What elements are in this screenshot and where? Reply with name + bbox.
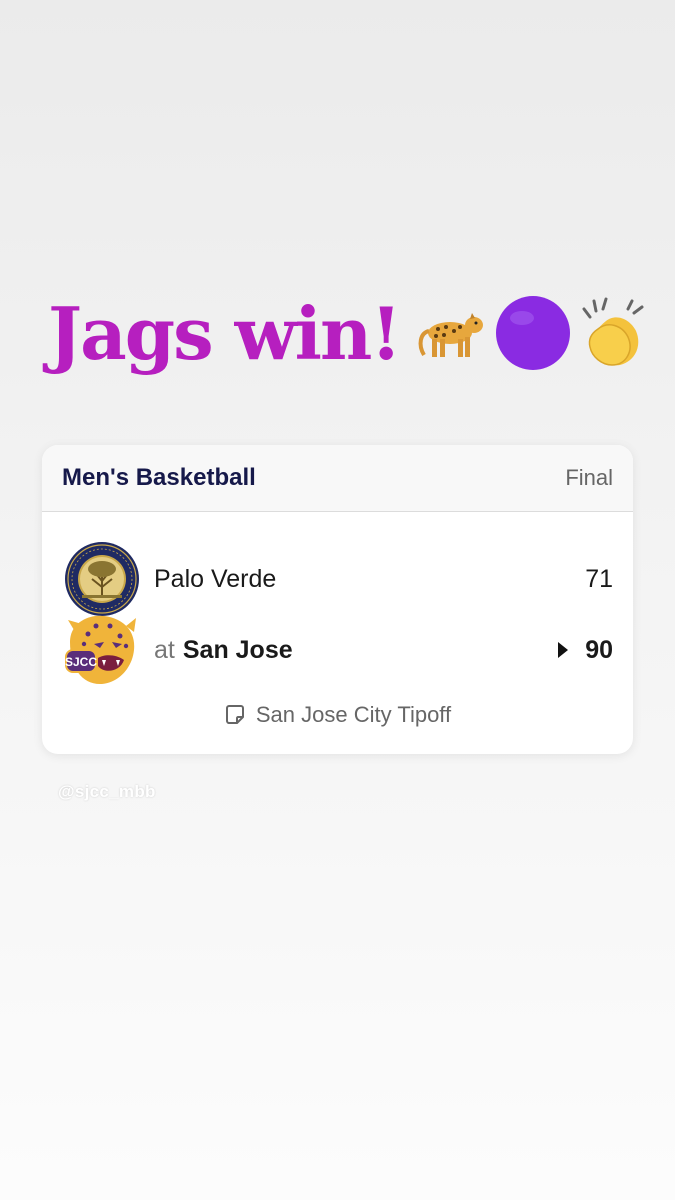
sjcc-jaguar-logo: SJCC xyxy=(65,615,136,684)
leopard-emoji xyxy=(418,313,483,357)
home-team-score-wrapper: 90 xyxy=(557,636,613,665)
away-team-score: 71 xyxy=(585,564,613,593)
clapping-hands-emoji xyxy=(582,297,644,366)
home-team-row[interactable]: SJCC at San Jose 90 xyxy=(64,615,613,685)
card-header: Men's Basketball Final xyxy=(42,445,633,512)
headline: Jags win! xyxy=(48,288,656,378)
at-label: at xyxy=(154,635,175,664)
headline-text: Jags win! xyxy=(48,290,402,376)
headline-emojis xyxy=(414,294,656,372)
purple-circle-emoji xyxy=(495,296,570,370)
game-status: Final xyxy=(565,465,613,490)
home-team-name: at San Jose xyxy=(154,636,557,665)
away-team-row[interactable]: Palo Verde 71 xyxy=(64,542,613,616)
svg-text:SJCC: SJCC xyxy=(65,655,97,669)
away-team-name: Palo Verde xyxy=(154,564,277,593)
note-icon xyxy=(225,705,244,724)
sport-title: Men's Basketball xyxy=(62,464,256,491)
palo-verde-logo xyxy=(65,542,139,616)
account-handle[interactable]: @sjcc_mbb xyxy=(58,782,156,802)
home-team-label: San Jose xyxy=(182,635,293,664)
scoreboard-card[interactable]: Men's Basketball Final Palo Verde 71 SJC… xyxy=(42,445,633,754)
winner-arrow-icon xyxy=(558,642,569,658)
event-name: San Jose City Tipoff xyxy=(255,702,452,727)
home-team-score: 90 xyxy=(585,635,613,664)
event-line[interactable]: San Jose City Tipoff xyxy=(42,700,633,730)
